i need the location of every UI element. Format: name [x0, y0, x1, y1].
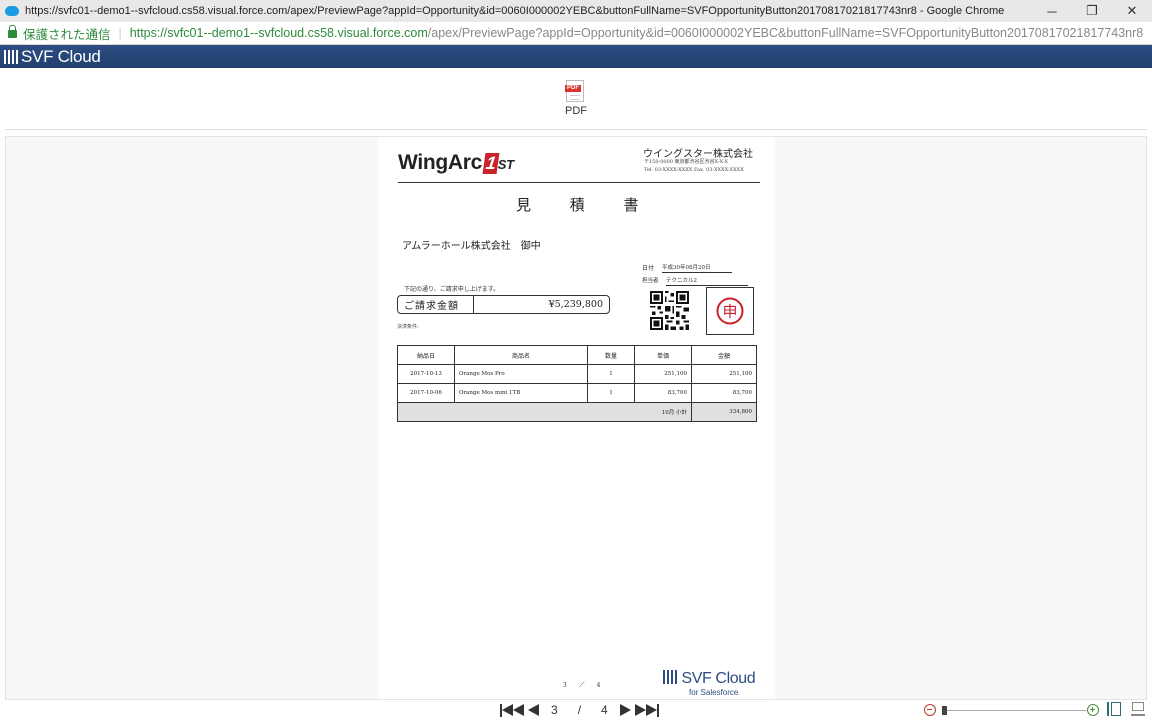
- current-page-input[interactable]: 3: [543, 703, 566, 717]
- seal-box: 申: [706, 287, 754, 335]
- document-page: WingArc 1ST ウイングスター株式会社 〒150-0000 東京都渋谷区渋…: [378, 137, 775, 699]
- fit-width-icon[interactable]: [1130, 701, 1146, 717]
- last-page-button[interactable]: [634, 702, 659, 718]
- col-header-price: 単価: [634, 345, 692, 365]
- svg-text:申: 申: [722, 303, 737, 321]
- table-row: 2017-10-13 Orange Mos Pro 1 251,100 251,…: [397, 364, 757, 384]
- document-viewer[interactable]: WingArc 1ST ウイングスター株式会社 〒150-0000 東京都渋谷区渋…: [5, 136, 1147, 700]
- subtotal-label: 10月 小計: [397, 402, 692, 422]
- invoice-notice: 下記の通り、ご請求申し上げます。: [404, 286, 500, 293]
- issuer-tel: Tel. 03-XXXX-XXXX Fax. 03-XXXX-XXXX: [644, 167, 744, 173]
- viewer-bottom-bar: 3 / 4: [0, 700, 1152, 720]
- company-seal-icon: 申: [716, 297, 744, 325]
- issuer-address: 〒150-0000 東京都渋谷区渋谷X-X-X: [644, 159, 728, 165]
- address-separator: |: [118, 26, 122, 40]
- amount-label: ご請求金額: [398, 296, 474, 313]
- payment-terms: 決済条件:: [397, 324, 419, 330]
- toolbar-divider: [5, 129, 1147, 130]
- address-bar[interactable]: 保護された通信 | https://svfc01--demo1--svfclou…: [0, 22, 1152, 45]
- zoom-out-icon[interactable]: [924, 704, 936, 716]
- secure-connection-label[interactable]: 保護された通信: [23, 24, 111, 43]
- lock-icon: [8, 25, 17, 38]
- zoom-slider-handle[interactable]: [942, 706, 947, 715]
- header-divider: [398, 182, 760, 183]
- subtotal-row: 10月 小計 334,800: [397, 402, 757, 422]
- app-logo-text: SVF Cloud: [21, 46, 101, 66]
- col-header-qty: 数量: [587, 345, 635, 365]
- url-host[interactable]: https://svfc01--demo1--svfcloud.cs58.vis…: [130, 26, 428, 40]
- pdf-icon-tag: PDF: [565, 85, 581, 92]
- total-pages: 4: [601, 703, 608, 717]
- cell-amount: 251,100: [691, 364, 757, 384]
- date-label: 日付: [642, 265, 655, 272]
- prev-page-button[interactable]: [528, 702, 539, 718]
- date-value: 平成30年08月20日: [662, 263, 732, 273]
- last-page-icon: [645, 704, 657, 716]
- subtotal-value: 334,800: [691, 402, 757, 422]
- svf-logo-icon: [663, 670, 677, 684]
- next-page-icon: [619, 704, 631, 716]
- cell-date: 2017-10-13: [397, 364, 455, 384]
- close-window-button[interactable]: ✕: [1112, 0, 1152, 22]
- first-page-button[interactable]: [500, 702, 524, 718]
- fit-height-icon[interactable]: [1107, 701, 1123, 717]
- cell-date: 2017-10-06: [397, 383, 455, 403]
- amount-value: ¥5,239,800: [548, 299, 603, 310]
- url-path[interactable]: /apex/PreviewPage?appId=Opportunity&id=0…: [428, 26, 1143, 40]
- pdf-file-icon: PDF: [565, 80, 584, 102]
- prev-page-icon: [528, 704, 539, 716]
- cell-qty: 1: [587, 364, 635, 384]
- page-separator: /: [577, 703, 582, 717]
- qr-code-icon: [650, 291, 689, 330]
- customer-name: アムラーホール株式会社 御中: [402, 241, 541, 252]
- line-items-table: 納品日 商品名 数量 単価 金額 2017-10-13 Orange Mos P…: [397, 345, 757, 422]
- page-navigation: 3 / 4: [500, 702, 659, 718]
- col-header-item: 商品名: [454, 345, 588, 365]
- table-row: 2017-10-06 Orange Mos mini 1TB 1 83,700 …: [397, 383, 757, 403]
- salesforce-cloud-icon: [5, 6, 19, 16]
- footer-logo-text: SVF Cloud: [681, 670, 756, 687]
- footer-logo-sub: for Salesforce: [689, 688, 739, 697]
- cell-price: 251,100: [634, 364, 692, 384]
- page-indicator: 3 ／ 4: [563, 682, 602, 689]
- window-title: https://svfc01--demo1--svfcloud.cs58.vis…: [25, 5, 1005, 17]
- zoom-in-icon[interactable]: [1087, 704, 1099, 716]
- amount-box: ご請求金額 ¥5,239,800: [397, 295, 610, 314]
- document-title: 見 積 書: [516, 196, 642, 214]
- zoom-control: [924, 702, 1104, 718]
- zoom-slider-track[interactable]: [942, 710, 1086, 711]
- minimize-button[interactable]: ─: [1032, 0, 1072, 22]
- pdf-button-label: PDF: [565, 105, 587, 117]
- footer-logo: SVF Cloud for Salesforce: [663, 670, 756, 697]
- cell-item: Orange Mos mini 1TB: [454, 383, 588, 403]
- cell-price: 83,700: [634, 383, 692, 403]
- next-page-button[interactable]: [619, 702, 631, 718]
- cell-amount: 83,700: [691, 383, 757, 403]
- staff-value: テクニカル2: [666, 276, 748, 286]
- brand-logo: WingArc 1ST: [398, 151, 514, 174]
- restore-button[interactable]: ❐: [1072, 0, 1112, 22]
- preview-toolbar: PDF PDF: [0, 68, 1152, 130]
- app-header: SVF Cloud: [0, 45, 1152, 68]
- pdf-download-button[interactable]: PDF PDF: [560, 80, 592, 120]
- browser-title-bar: https://svfc01--demo1--svfcloud.cs58.vis…: [0, 0, 1152, 22]
- cell-item: Orange Mos Pro: [454, 364, 588, 384]
- col-header-date: 納品日: [397, 345, 455, 365]
- cell-qty: 1: [587, 383, 635, 403]
- svf-logo-icon: [4, 49, 18, 64]
- col-header-amount: 金額: [691, 345, 757, 365]
- staff-label: 担当者: [642, 278, 659, 284]
